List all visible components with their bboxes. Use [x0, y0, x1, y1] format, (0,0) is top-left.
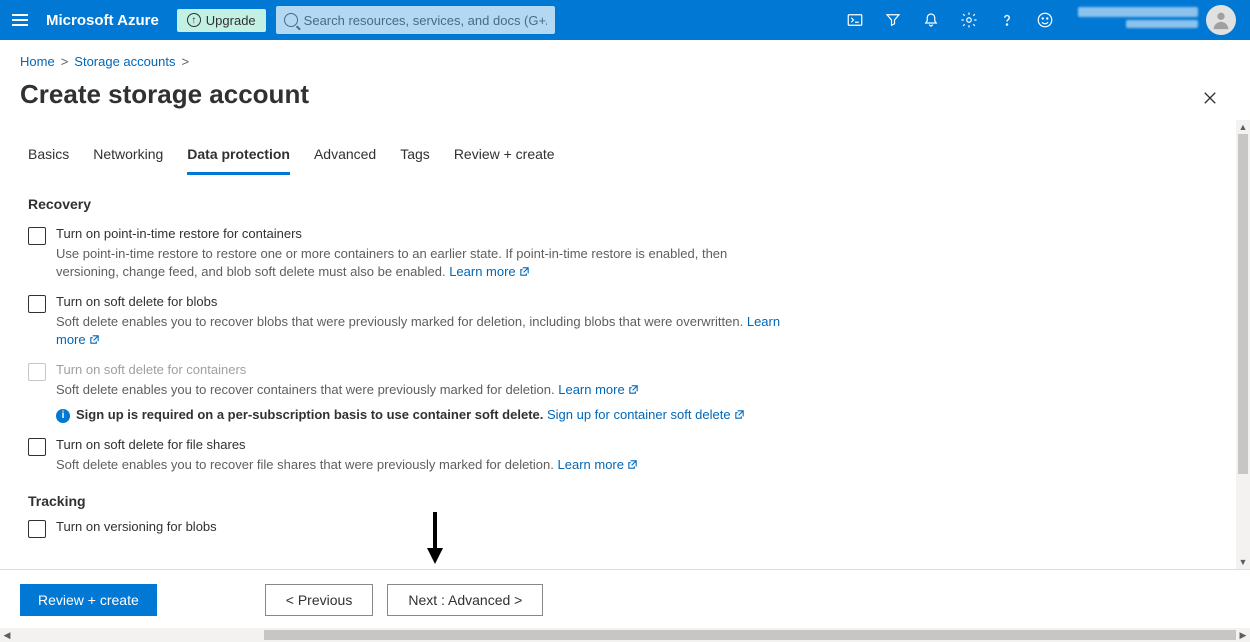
breadcrumb-home[interactable]: Home	[20, 54, 55, 69]
tab-review[interactable]: Review + create	[454, 146, 555, 175]
upgrade-label: Upgrade	[206, 13, 256, 28]
previous-button[interactable]: < Previous	[265, 584, 374, 616]
label-pit-restore: Turn on point-in-time restore for contai…	[56, 226, 788, 241]
option-soft-delete-blobs: Turn on soft delete for blobs Soft delet…	[28, 294, 788, 348]
vertical-scrollbar[interactable]: ▲ ▼	[1236, 120, 1250, 569]
topbar: Microsoft Azure ↑ Upgrade	[0, 0, 1250, 40]
search-icon	[284, 13, 298, 27]
label-soft-delete-containers: Turn on soft delete for containers	[56, 362, 788, 377]
label-soft-delete-blobs: Turn on soft delete for blobs	[56, 294, 788, 309]
avatar-icon	[1206, 5, 1236, 35]
option-soft-delete-containers: Turn on soft delete for containers Soft …	[28, 362, 788, 423]
external-link-icon	[734, 408, 745, 419]
hscroll-thumb[interactable]	[264, 630, 1236, 640]
external-link-icon	[627, 457, 638, 468]
tab-tags[interactable]: Tags	[400, 146, 430, 175]
account-text	[1078, 7, 1198, 33]
upgrade-button[interactable]: ↑ Upgrade	[177, 9, 266, 32]
section-recovery: Recovery	[28, 196, 1236, 212]
desc-soft-delete-containers: Soft delete enables you to recover conta…	[56, 381, 788, 399]
section-tracking: Tracking	[28, 493, 1236, 509]
search-box[interactable]	[276, 6, 555, 34]
tab-advanced[interactable]: Advanced	[314, 146, 376, 175]
option-versioning-blobs: Turn on versioning for blobs	[28, 519, 788, 538]
help-icon[interactable]	[990, 0, 1024, 40]
settings-icon[interactable]	[952, 0, 986, 40]
scroll-right-icon[interactable]: ▶	[1236, 628, 1250, 642]
breadcrumb-storage-accounts[interactable]: Storage accounts	[74, 54, 175, 69]
page-title: Create storage account	[20, 79, 1230, 110]
signup-required-text: Sign up is required on a per-subscriptio…	[76, 407, 543, 422]
tab-data-protection[interactable]: Data protection	[187, 146, 290, 175]
next-advanced-button[interactable]: Next : Advanced >	[387, 584, 543, 616]
desc-soft-delete-file-shares: Soft delete enables you to recover file …	[56, 456, 788, 474]
external-link-icon	[628, 382, 639, 393]
desc-pit-restore: Use point-in-time restore to restore one…	[56, 245, 788, 280]
hamburger-menu-icon[interactable]	[8, 10, 28, 30]
checkbox-versioning-blobs[interactable]	[28, 520, 46, 538]
review-create-button[interactable]: Review + create	[20, 584, 157, 616]
scroll-thumb[interactable]	[1238, 134, 1248, 474]
feedback-icon[interactable]	[1028, 0, 1062, 40]
breadcrumb-sep: >	[61, 54, 69, 69]
search-input[interactable]	[304, 13, 547, 28]
close-button[interactable]	[1198, 86, 1222, 110]
checkbox-pit-restore[interactable]	[28, 227, 46, 245]
link-files-learn-more[interactable]: Learn more	[558, 457, 638, 472]
scroll-left-icon[interactable]: ◀	[0, 628, 14, 642]
horizontal-scrollbar[interactable]: ◀ ▶	[0, 628, 1250, 642]
hscroll-track[interactable]	[14, 628, 1236, 642]
notifications-icon[interactable]	[914, 0, 948, 40]
label-soft-delete-file-shares: Turn on soft delete for file shares	[56, 437, 788, 452]
cloud-shell-icon[interactable]	[838, 0, 872, 40]
info-icon: i	[56, 409, 70, 423]
breadcrumb-sep-2: >	[181, 54, 189, 69]
footer-bar: Review + create < Previous Next : Advanc…	[0, 572, 1250, 628]
checkbox-soft-delete-blobs[interactable]	[28, 295, 46, 313]
breadcrumb: Home > Storage accounts >	[20, 54, 1230, 69]
link-containers-learn-more[interactable]: Learn more	[558, 382, 638, 397]
checkbox-soft-delete-file-shares[interactable]	[28, 438, 46, 456]
upgrade-up-icon: ↑	[187, 13, 201, 27]
option-pit-restore: Turn on point-in-time restore for contai…	[28, 226, 788, 280]
desc-soft-delete-blobs: Soft delete enables you to recover blobs…	[56, 313, 788, 348]
info-signup-required: i Sign up is required on a per-subscript…	[56, 407, 788, 423]
topbar-icons	[838, 0, 1062, 40]
external-link-icon	[89, 332, 100, 343]
directory-filter-icon[interactable]	[876, 0, 910, 40]
checkbox-soft-delete-containers	[28, 363, 46, 381]
link-signup-container-soft-delete[interactable]: Sign up for container soft delete	[547, 407, 745, 422]
external-link-icon	[519, 264, 530, 275]
scroll-up-icon[interactable]: ▲	[1236, 120, 1250, 134]
tab-basics[interactable]: Basics	[28, 146, 69, 175]
option-soft-delete-file-shares: Turn on soft delete for file shares Soft…	[28, 437, 788, 474]
tab-networking[interactable]: Networking	[93, 146, 163, 175]
scroll-down-icon[interactable]: ▼	[1236, 555, 1250, 569]
content-scroll: Basics Networking Data protection Advanc…	[0, 120, 1250, 570]
page-header: Home > Storage accounts > Create storage…	[0, 40, 1250, 110]
brand-label[interactable]: Microsoft Azure	[38, 12, 167, 29]
label-versioning-blobs: Turn on versioning for blobs	[56, 519, 788, 534]
link-pit-learn-more[interactable]: Learn more	[449, 264, 529, 279]
account-menu[interactable]	[1072, 5, 1242, 35]
tabs: Basics Networking Data protection Advanc…	[28, 146, 1236, 176]
scroll-track[interactable]	[1236, 134, 1250, 555]
